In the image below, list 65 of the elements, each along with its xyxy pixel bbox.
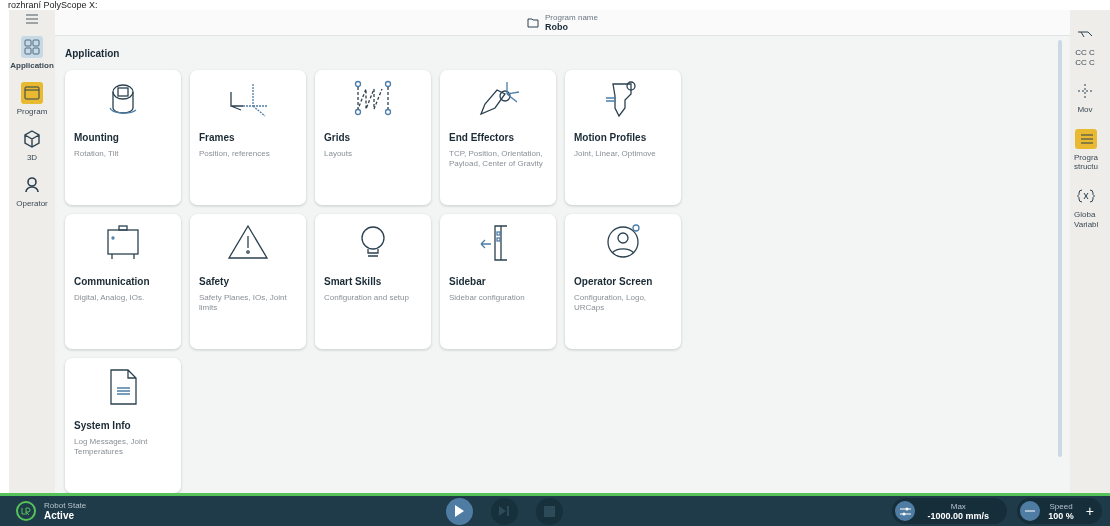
card-subtitle: Joint, Linear, Optimove (574, 149, 657, 160)
card-subtitle: Safety Planes, IOs, Joint limits (199, 293, 288, 314)
document-caption: rozhraní PolyScope X: (7, 0, 99, 10)
folder-icon (527, 17, 540, 28)
card-title: System Info (74, 420, 132, 431)
card-title: Grids (324, 132, 352, 143)
panel-label: Mov (1077, 105, 1093, 115)
play-button[interactable] (445, 497, 473, 525)
panel-label: Globa Variabl (1074, 209, 1099, 230)
feature-card[interactable]: Grids Layouts (315, 70, 431, 205)
panel-icon[interactable] (1075, 128, 1097, 149)
scrollbar[interactable] (1058, 40, 1062, 457)
card-title: Safety (199, 276, 230, 287)
speed-label: Speed (1049, 501, 1073, 511)
sliders-button[interactable] (895, 501, 916, 521)
panel-label: Progra structu (1074, 152, 1098, 172)
card-title: Smart Skills (324, 276, 383, 287)
card-title: Communication (74, 276, 151, 287)
increase-speed-button[interactable]: + (1081, 503, 1094, 519)
card-title: End Effectors (449, 132, 515, 143)
feature-card[interactable]: End Effectors TCP, Position, Orientation, Payload, Center of Gravity (440, 70, 556, 205)
card-title: Sidebar (449, 276, 487, 287)
feature-card[interactable]: Motion Profiles Joint, Linear, Optimove (565, 70, 681, 205)
minus-icon (1025, 510, 1036, 512)
panel-label: CC C CC C (1075, 48, 1095, 68)
card-subtitle: Digital, Analog, IOs. (74, 293, 146, 304)
program-name: Robo (545, 22, 570, 32)
card-subtitle: Log Messages, Joint Temperatures (74, 437, 149, 458)
card-subtitle: Configuration and setup (324, 293, 410, 304)
robot-state-label: Robot State (44, 501, 87, 510)
card-title: Frames (199, 132, 236, 143)
nav-item[interactable]: Application (10, 36, 54, 70)
program-name-label: Program name (545, 13, 598, 22)
play-icon (454, 505, 465, 517)
card-subtitle: Rotation, Tilt (74, 149, 120, 160)
nav-item[interactable]: 3D (21, 128, 43, 162)
card-subtitle: TCP, Position, Orientation, Payload, Center of Gravity (449, 149, 544, 170)
card-title: Mounting (74, 132, 120, 143)
card-subtitle: Position, references (199, 149, 271, 160)
nav-item[interactable]: Program (16, 82, 48, 116)
feature-card[interactable]: Communication Digital, Analog, IOs. (65, 214, 181, 349)
feature-card[interactable]: Operator Screen Configuration, Logo, URCaps (565, 214, 681, 349)
feature-card[interactable]: Smart Skills Configuration and setup (315, 214, 431, 349)
menu-icon[interactable] (26, 14, 38, 24)
speed-value: 100 % (1048, 510, 1074, 521)
decrease-speed-button[interactable] (1020, 501, 1041, 521)
max-value: -1000.00 mm/s (927, 510, 990, 521)
feature-card[interactable]: Frames Position, references (190, 70, 306, 205)
card-subtitle: Configuration, Logo, URCaps (574, 293, 648, 314)
feature-card[interactable]: Mounting Rotation, Tilt (65, 70, 181, 205)
card-subtitle: Sidebar configuration (449, 293, 526, 304)
card-subtitle: Layouts (324, 149, 354, 160)
nav-item[interactable]: Operator (16, 174, 48, 208)
skip-icon (498, 505, 511, 517)
sliders-icon (899, 506, 911, 516)
card-title: Operator Screen (574, 276, 654, 287)
card-title: Motion Profiles (574, 132, 648, 143)
max-label: Max (950, 501, 966, 511)
section-title: Application (65, 48, 121, 59)
feature-card[interactable]: System Info Log Messages, Joint Temperatures (65, 358, 181, 493)
feature-card[interactable]: Sidebar Sidebar configuration (440, 214, 556, 349)
robot-state-value: Active (44, 510, 75, 521)
stop-icon (543, 505, 555, 517)
logo-mark-icon (21, 506, 31, 516)
feature-card[interactable]: Safety Safety Planes, IOs, Joint limits (190, 214, 306, 349)
